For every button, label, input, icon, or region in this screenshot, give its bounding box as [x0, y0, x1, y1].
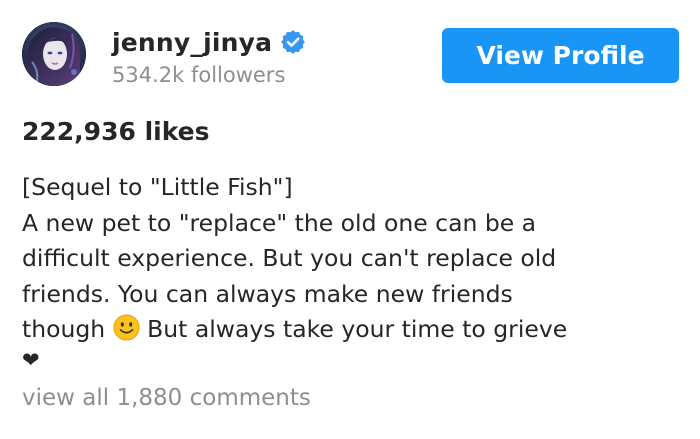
caption-line: friends. You can always make new friends [22, 279, 513, 308]
likes-count[interactable]: 222,936 likes [22, 117, 210, 146]
username-row: jenny_jinya [112, 24, 306, 60]
caption-line: though [22, 315, 113, 343]
avatar-illustration-icon [22, 22, 86, 86]
caption-line: difficult experience. But you can't repl… [22, 244, 557, 272]
avatar[interactable] [22, 22, 86, 86]
post-caption: [Sequel to "Little Fish"] A new pet to "… [22, 170, 682, 348]
caption-line: But always take your time to grieve [139, 315, 568, 343]
smiling-face-emoji-icon [113, 314, 140, 341]
heart-emoji-icon: ❤ [22, 348, 40, 372]
view-profile-button[interactable]: View Profile [442, 28, 679, 83]
followers-count: 534.2k followers [112, 63, 286, 87]
view-all-comments-link[interactable]: view all 1,880 comments [22, 385, 311, 411]
post-header: jenny_jinya 534.2k followers View Profil… [22, 22, 682, 88]
caption-line: [Sequel to "Little Fish"] [22, 173, 293, 201]
user-info: jenny_jinya 534.2k followers [112, 24, 306, 87]
caption-line: A new pet to "replace" the old one can b… [22, 208, 537, 237]
verified-badge-icon [281, 30, 306, 54]
instagram-post-card: jenny_jinya 534.2k followers View Profil… [0, 0, 700, 439]
username-link[interactable]: jenny_jinya [112, 28, 272, 57]
